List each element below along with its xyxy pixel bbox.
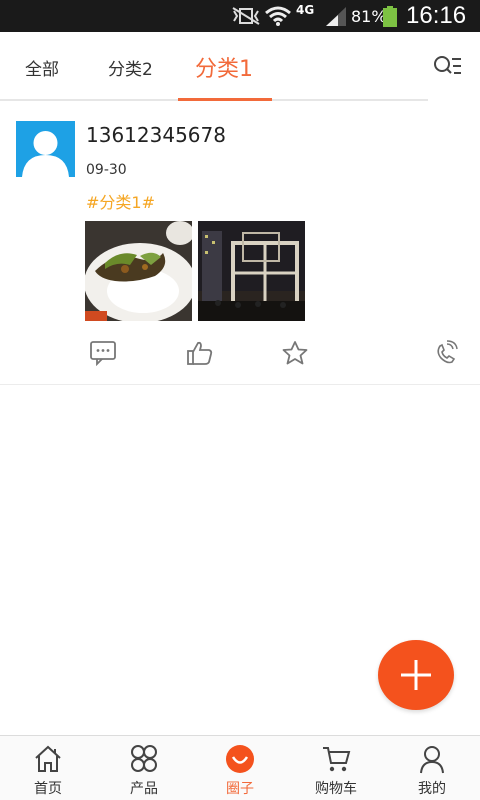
search-filter-icon[interactable] (432, 54, 462, 78)
vibrate-mute-icon (232, 7, 260, 25)
cart-icon (323, 747, 351, 772)
post-card: 13612345678 09-30 #分类1# (0, 102, 480, 385)
status-bar: 4G 81% 16:16 (0, 0, 480, 32)
signal-icon (326, 7, 346, 26)
post-photo-food[interactable] (85, 221, 192, 321)
wifi-icon (265, 6, 291, 26)
network-type: 4G (296, 3, 315, 17)
clock: 16:16 (406, 2, 467, 29)
nav-cart-label: 购物车 (315, 781, 357, 797)
nav-home-label: 首页 (34, 781, 62, 797)
home-icon (35, 745, 61, 772)
nav-mine-label: 我的 (418, 781, 446, 797)
add-post-button[interactable] (378, 640, 454, 710)
post-username[interactable]: 13612345678 (86, 123, 226, 147)
tab-category-1[interactable]: 分类1 (195, 51, 253, 83)
nav-products[interactable]: 产品 (96, 736, 192, 800)
circle-icon (226, 745, 254, 773)
plus-icon (401, 660, 431, 690)
favorite-icon[interactable] (281, 340, 309, 366)
category-tabs: 全部 分类2 分类1 (0, 32, 480, 102)
nav-cart[interactable]: 购物车 (288, 736, 384, 800)
battery-icon (383, 6, 397, 27)
active-tab-indicator (178, 98, 272, 101)
nav-home[interactable]: 首页 (0, 736, 96, 800)
products-icon (131, 745, 157, 772)
post-date: 09-30 (86, 162, 127, 178)
phone-icon[interactable] (432, 340, 460, 366)
tab-category-2[interactable]: 分类2 (108, 55, 153, 80)
tab-all[interactable]: 全部 (25, 55, 59, 80)
like-icon[interactable] (186, 340, 214, 366)
nav-mine[interactable]: 我的 (384, 736, 480, 800)
nav-circle-label: 圈子 (226, 781, 254, 797)
comment-icon[interactable] (89, 340, 117, 366)
battery-percent: 81% (351, 7, 387, 26)
avatar[interactable] (16, 121, 75, 177)
post-topic-tag[interactable]: #分类1# (86, 189, 155, 213)
post-photo-night[interactable] (198, 221, 305, 321)
user-icon (420, 746, 444, 774)
user-avatar-icon (22, 131, 69, 177)
bottom-nav: 首页 产品 圈子 购物车 我的 (0, 735, 480, 800)
nav-circle[interactable]: 圈子 (192, 736, 288, 800)
nav-products-label: 产品 (130, 781, 158, 797)
